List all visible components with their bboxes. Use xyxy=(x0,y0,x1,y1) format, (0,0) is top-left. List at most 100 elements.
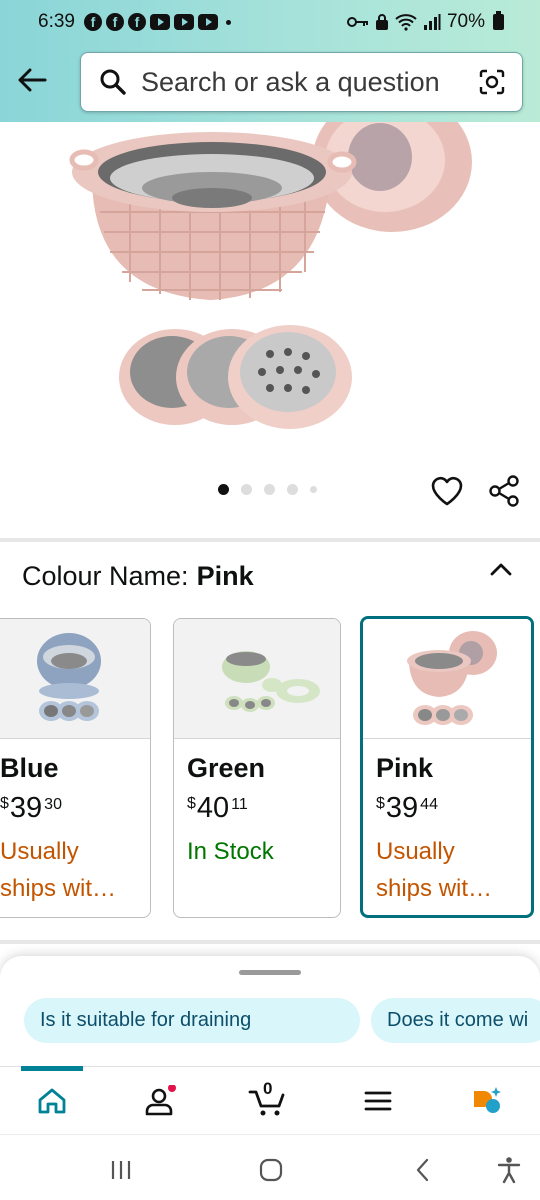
price-cents: 44 xyxy=(420,796,438,813)
colour-option-availability: In Stock xyxy=(187,833,327,870)
battery-icon xyxy=(493,11,504,30)
home-circle-icon xyxy=(259,1158,283,1182)
cart-count: 0 xyxy=(263,1079,273,1098)
search-input[interactable]: Search or ask a question xyxy=(80,52,523,112)
price-cents: 30 xyxy=(44,796,62,813)
nav-menu[interactable] xyxy=(358,1081,398,1121)
youtube-icon xyxy=(174,14,194,30)
back-system-button[interactable] xyxy=(408,1155,438,1185)
colour-option-availability: Usually ships wit… xyxy=(0,833,137,907)
share-button[interactable] xyxy=(487,474,521,508)
bottom-nav: 0 xyxy=(0,1066,540,1134)
rufus-icon xyxy=(474,1087,501,1113)
product-image[interactable] xyxy=(0,92,540,452)
recent-apps-button[interactable] xyxy=(106,1155,136,1185)
accessibility-button[interactable] xyxy=(494,1155,524,1185)
header: 6:39 f f f 70% Search or ask a question xyxy=(0,0,540,122)
nav-home[interactable] xyxy=(32,1081,72,1121)
menu-icon xyxy=(364,1091,392,1111)
colour-name-value: Pink xyxy=(196,561,254,591)
facebook-icon: f xyxy=(106,13,124,31)
camera-icon[interactable] xyxy=(478,68,506,96)
colour-option-price: $39 44 xyxy=(376,792,518,825)
nav-active-indicator xyxy=(21,1066,83,1071)
chevron-up-icon xyxy=(490,563,512,576)
sheet-drag-handle[interactable] xyxy=(239,970,301,975)
pager-dot[interactable] xyxy=(310,486,317,493)
green-variant-thumbnail xyxy=(222,651,320,712)
nav-account[interactable] xyxy=(140,1081,180,1121)
accessibility-icon xyxy=(497,1157,521,1184)
facebook-icon: f xyxy=(128,13,146,31)
price-cents: 11 xyxy=(231,796,248,813)
availability-line: ships wit… xyxy=(376,875,493,902)
price-whole: 39 xyxy=(9,792,43,824)
suggestion-chip[interactable]: Is it suitable for draining xyxy=(24,998,360,1043)
status-bar: 6:39 f f f 70% xyxy=(0,0,540,46)
pager-dot[interactable] xyxy=(264,484,275,495)
price-currency: $ xyxy=(376,795,385,812)
price-currency: $ xyxy=(187,795,196,812)
product-page: 6:39 f f f 70% Search or ask a question … xyxy=(0,0,540,1200)
colour-option-blue[interactable]: Blue $39 30 Usually ships wit… xyxy=(0,618,151,918)
status-time: 6:39 xyxy=(38,11,75,32)
pager-dot[interactable] xyxy=(287,484,298,495)
colour-option-name: Pink xyxy=(376,753,434,783)
recent-apps-icon xyxy=(111,1161,131,1179)
battery-percent: 70% xyxy=(446,11,485,32)
home-icon xyxy=(38,1088,66,1114)
back-button[interactable] xyxy=(14,60,50,100)
signal-icon xyxy=(423,14,441,30)
colour-option-name: Green xyxy=(187,753,266,783)
nav-cart[interactable]: 0 xyxy=(248,1079,288,1121)
availability-line: Usually xyxy=(376,838,455,865)
colour-option-green[interactable]: Green $40 11 In Stock xyxy=(173,618,341,918)
home-system-button[interactable] xyxy=(256,1155,286,1185)
colour-option-price: $40 11 xyxy=(187,792,327,825)
colour-option-image xyxy=(174,619,340,739)
colour-option-availability: Usually ships wit… xyxy=(376,833,518,907)
lock-icon xyxy=(375,14,388,30)
price-whole: 40 xyxy=(196,792,230,824)
wifi-icon xyxy=(395,14,417,31)
section-divider xyxy=(0,538,540,542)
blue-variant-thumbnail xyxy=(37,633,101,721)
nav-rufus[interactable] xyxy=(466,1081,506,1121)
collapse-button[interactable] xyxy=(484,553,518,587)
colour-option-image xyxy=(0,619,150,739)
colour-name-label: Colour Name: xyxy=(22,561,189,591)
section-divider xyxy=(0,940,540,944)
pager-dot[interactable] xyxy=(241,484,252,495)
colour-option-price: $39 30 xyxy=(0,792,137,825)
system-navigation-bar xyxy=(0,1134,540,1200)
account-icon xyxy=(145,1085,176,1116)
availability-line: In Stock xyxy=(187,838,274,865)
arrow-left-icon xyxy=(18,68,47,92)
youtube-icon xyxy=(150,14,170,30)
colour-option-body: Green $40 11 In Stock xyxy=(174,739,340,870)
availability-line: Usually xyxy=(0,838,79,865)
colour-name-row: Colour Name: Pink xyxy=(22,561,254,592)
availability-line: ships wit… xyxy=(0,875,117,902)
colour-option-body: Pink $39 44 Usually ships wit… xyxy=(363,739,531,907)
facebook-icon: f xyxy=(84,13,102,31)
price-whole: 39 xyxy=(385,792,419,824)
colour-option-name: Blue xyxy=(0,753,59,783)
pink-variant-thumbnail xyxy=(407,631,497,725)
colour-option-pink[interactable]: Pink $39 44 Usually ships wit… xyxy=(360,616,534,918)
suggestion-chip[interactable]: Does it come wi xyxy=(371,998,540,1043)
share-icon xyxy=(489,475,519,507)
search-icon xyxy=(100,69,126,95)
wishlist-button[interactable] xyxy=(430,475,464,507)
heart-icon xyxy=(431,476,463,506)
pager-dot[interactable] xyxy=(218,484,229,495)
image-pager xyxy=(218,484,317,495)
colander-set-illustration xyxy=(69,92,472,429)
colour-option-image xyxy=(363,619,531,739)
chevron-left-icon xyxy=(416,1158,429,1182)
key-icon xyxy=(346,17,368,27)
search-placeholder: Search or ask a question xyxy=(141,66,440,97)
notification-icons: f f f xyxy=(84,13,231,31)
youtube-icon xyxy=(198,14,218,30)
price-currency: $ xyxy=(0,795,9,812)
